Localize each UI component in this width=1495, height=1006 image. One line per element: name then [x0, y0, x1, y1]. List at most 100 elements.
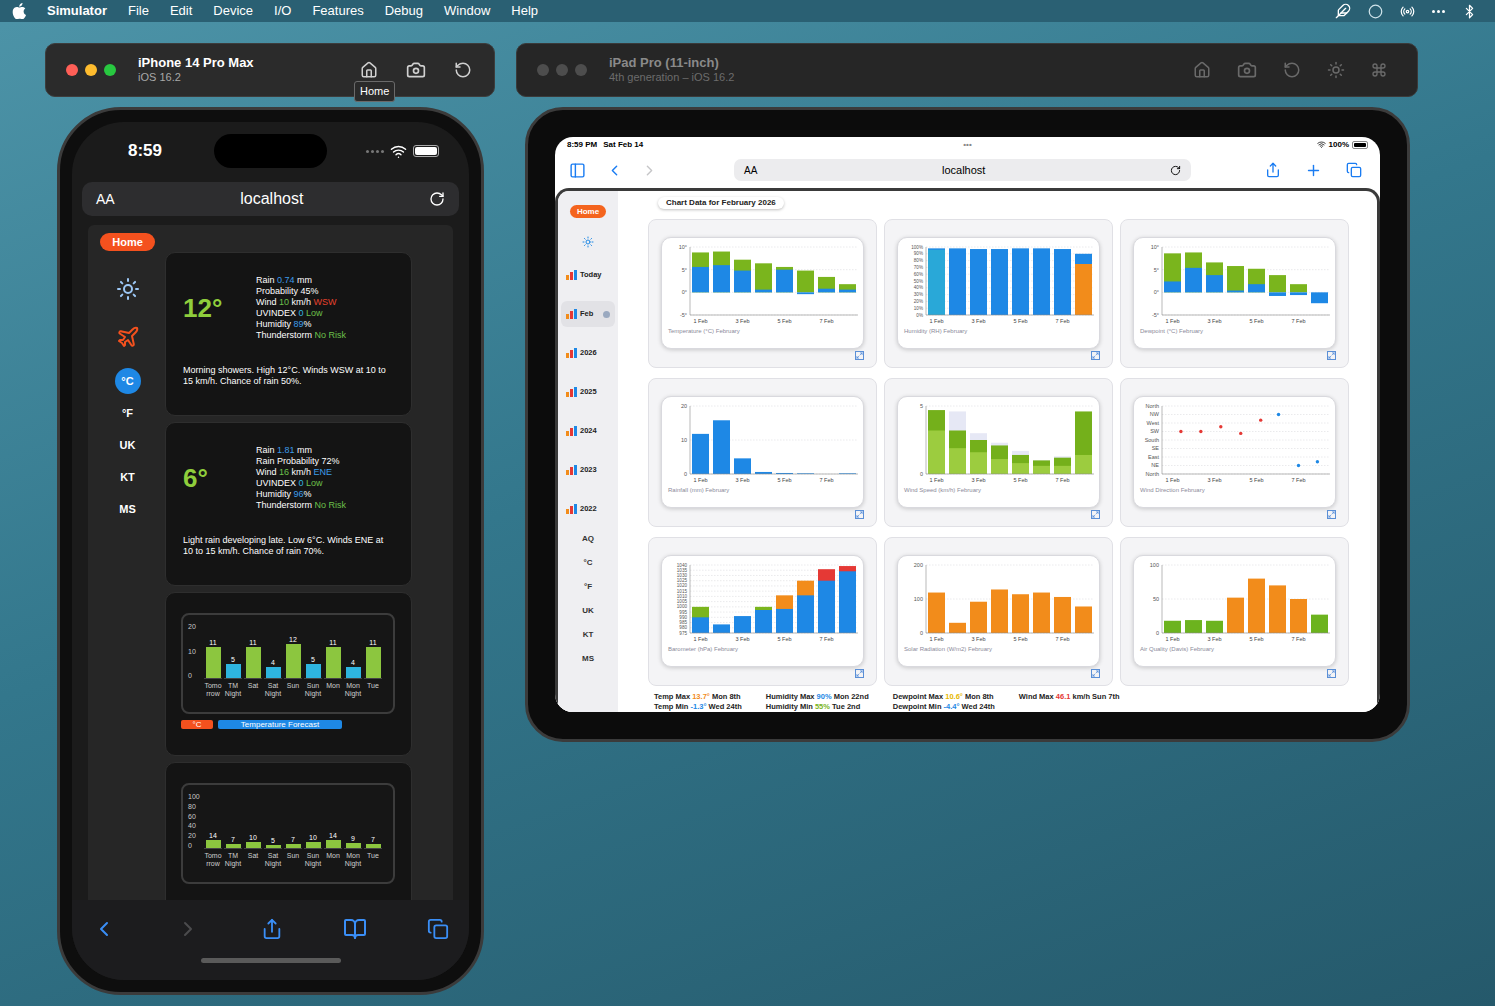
chart-bar[interactable]	[1185, 252, 1202, 292]
chart-bar[interactable]	[692, 434, 709, 474]
expand-button[interactable]	[855, 669, 864, 678]
close-button[interactable]	[537, 64, 549, 76]
chart-bar[interactable]	[1269, 292, 1286, 296]
chart-bar[interactable]	[1054, 597, 1071, 633]
chart-bar[interactable]	[797, 292, 814, 294]
chart-bar[interactable]	[1206, 275, 1223, 292]
chart-bar[interactable]	[1054, 466, 1071, 474]
unit-button[interactable]: KT	[583, 623, 594, 647]
chart-bar[interactable]	[970, 602, 987, 633]
chart-bar[interactable]	[991, 459, 1008, 474]
chart-point[interactable]	[1315, 460, 1318, 463]
reader-button[interactable]: AA	[744, 163, 757, 178]
home-icon[interactable]	[1193, 61, 1211, 79]
chart-bar[interactable]	[839, 571, 856, 633]
chart-bar[interactable]	[1206, 262, 1223, 292]
chart-bar[interactable]	[928, 593, 945, 633]
forward-icon[interactable]	[641, 162, 658, 179]
expand-button[interactable]	[1091, 351, 1100, 360]
chart-bar[interactable]	[1012, 455, 1029, 474]
home-icon[interactable]	[360, 61, 378, 79]
chart-bar[interactable]	[1290, 284, 1307, 292]
chart-bar[interactable]	[1033, 593, 1050, 633]
chart-bar[interactable]	[949, 623, 966, 633]
chart-bar[interactable]	[1054, 458, 1071, 474]
minimize-button[interactable]	[85, 64, 97, 76]
chart-point[interactable]	[1239, 432, 1242, 435]
unit-button[interactable]: UK	[120, 437, 136, 454]
chart-bar[interactable]	[991, 443, 1008, 474]
expand-button[interactable]	[1091, 669, 1100, 678]
chart-bar[interactable]	[713, 625, 730, 633]
chart-bar[interactable]	[818, 569, 835, 633]
chart-bar[interactable]	[1033, 460, 1050, 474]
chart-bar[interactable]	[776, 595, 793, 633]
chart-bar[interactable]	[734, 271, 751, 293]
leaf-icon[interactable]	[1335, 3, 1351, 19]
address-bar[interactable]: AAlocalhost	[734, 159, 1191, 181]
chart-bar[interactable]	[1033, 466, 1050, 474]
nav-item[interactable]: 2023	[561, 457, 615, 483]
nav-item[interactable]: 2022	[561, 496, 615, 522]
minimize-button[interactable]	[556, 64, 568, 76]
chart-bar[interactable]	[734, 260, 751, 293]
chart-bar[interactable]	[949, 248, 966, 315]
chart-bar[interactable]	[734, 458, 751, 474]
zoom-button[interactable]	[575, 64, 587, 76]
chart-bar[interactable]	[776, 609, 793, 633]
unit-button[interactable]: MS	[582, 647, 594, 671]
chart-bar[interactable]	[1164, 253, 1181, 292]
new-tab-icon[interactable]	[1305, 162, 1322, 179]
legend-tag[interactable]: Temperature Forecast	[218, 720, 342, 729]
keyboard-icon[interactable]	[1371, 62, 1387, 78]
chart-point[interactable]	[1219, 425, 1222, 428]
share-icon[interactable]	[1265, 162, 1281, 178]
chart-bar[interactable]	[1227, 598, 1244, 633]
chart-bar[interactable]	[755, 263, 772, 292]
chart-bar[interactable]	[1075, 455, 1092, 474]
share-icon[interactable]	[261, 918, 283, 940]
close-button[interactable]	[66, 64, 78, 76]
chart-bar[interactable]	[1227, 291, 1244, 293]
chart-bar[interactable]	[1248, 284, 1265, 292]
chart-bar[interactable]	[713, 625, 730, 633]
chart-bar[interactable]	[734, 616, 751, 633]
chart-bar[interactable]	[949, 430, 966, 474]
nav-item[interactable]: 2025	[561, 379, 615, 405]
unit-button[interactable]: AQ	[582, 527, 594, 551]
unit-button[interactable]: UK	[582, 599, 594, 623]
chart-bar[interactable]	[928, 410, 945, 474]
chart-bar[interactable]	[970, 440, 987, 474]
expand-button[interactable]	[1091, 510, 1100, 519]
chart-bar[interactable]	[1185, 620, 1202, 633]
chart-bar[interactable]	[1290, 599, 1307, 633]
chart-bar[interactable]	[1164, 621, 1181, 633]
tabs-icon[interactable]	[427, 918, 449, 940]
sun-icon[interactable]	[116, 277, 140, 301]
chart-bar[interactable]	[928, 248, 945, 315]
zoom-button[interactable]	[104, 64, 116, 76]
chart-bar[interactable]	[734, 616, 751, 633]
chart-bar[interactable]	[928, 250, 945, 315]
chart-bar[interactable]	[839, 290, 856, 293]
plane-icon[interactable]	[116, 325, 140, 349]
nav-item[interactable]: 2026	[561, 340, 615, 366]
chart-bar[interactable]	[1075, 254, 1092, 315]
chart-bar[interactable]	[1033, 248, 1050, 315]
chart-bar[interactable]	[692, 617, 709, 633]
chart-bar[interactable]	[1075, 606, 1092, 633]
nav-item[interactable]: Feb	[561, 301, 615, 327]
chart-bar[interactable]	[692, 267, 709, 292]
unit-button[interactable]: MS	[119, 501, 136, 518]
chart-bar[interactable]	[818, 289, 835, 293]
chart-bar[interactable]	[928, 430, 945, 474]
chart-bar[interactable]	[1075, 411, 1092, 474]
home-indicator[interactable]	[201, 958, 341, 963]
nav-item[interactable]: 2024	[561, 418, 615, 444]
chart-bar[interactable]	[755, 607, 772, 633]
iphone-window-titlebar[interactable]: iPhone 14 Pro MaxiOS 16.2Home	[45, 43, 495, 97]
menu-item[interactable]: Features	[312, 1, 363, 21]
chart-bar[interactable]	[1290, 292, 1307, 295]
chart-bar[interactable]	[713, 252, 730, 293]
appearance-icon[interactable]	[1327, 61, 1345, 79]
